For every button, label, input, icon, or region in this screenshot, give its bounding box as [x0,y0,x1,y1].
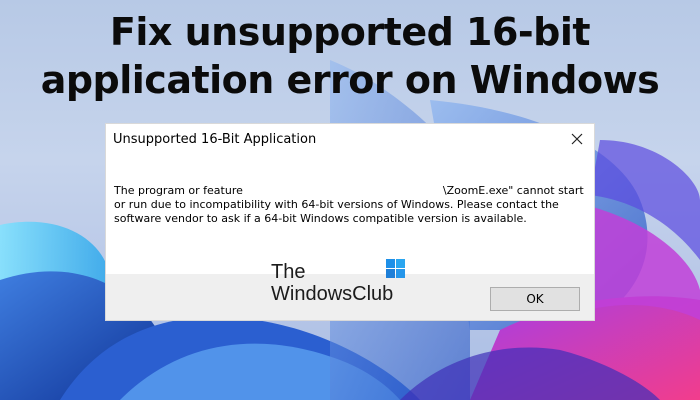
close-icon [571,133,583,145]
dialog-title: Unsupported 16-Bit Application [113,132,317,147]
watermark: The WindowsClub [271,259,405,305]
windows-logo-icon [386,259,405,278]
headline: Fix unsupported 16-bit application error… [0,8,700,104]
watermark-line-1: The [271,261,306,283]
close-button[interactable] [560,124,594,154]
error-dialog: Unsupported 16-Bit Application The progr… [106,124,594,320]
ok-button[interactable]: OK [490,287,580,311]
dialog-message: The program or feature \ZoomE.exe" cannot… [114,184,584,226]
message-part-1: The program or feature [114,184,243,197]
headline-line-2: application error on Windows [40,58,660,102]
watermark-line-2: WindowsClub [271,283,394,305]
headline-line-1: Fix unsupported 16-bit [109,10,591,54]
